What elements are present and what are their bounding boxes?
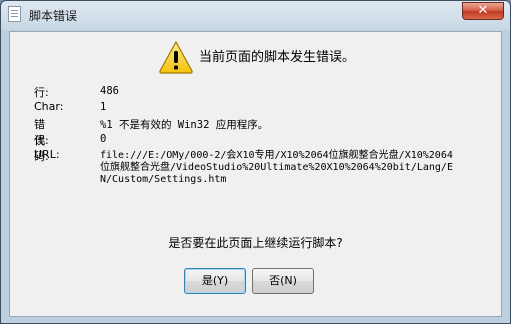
- warning-icon: [159, 40, 193, 74]
- char-label: Char:: [34, 100, 64, 113]
- title-bar[interactable]: 脚本错误 ✕: [1, 1, 510, 29]
- code-value: 0: [100, 133, 107, 145]
- document-icon: [8, 6, 21, 22]
- dialog-body: 当前页面的脚本发生错误。 行: 486 Char: 1 错误: %1 不是有效的…: [9, 31, 502, 317]
- script-error-window: 脚本错误 ✕ 当前页面的脚本发生错误。 行: 486 Char: 1 错误: %…: [0, 0, 511, 324]
- url-label: URL:: [34, 148, 60, 161]
- close-button[interactable]: ✕: [462, 2, 504, 20]
- no-button[interactable]: 否(N): [252, 268, 314, 294]
- url-value: file:///E:/OMy/000-2/会X10专用/X10%2064位旗舰整…: [100, 150, 453, 185]
- line-label: 行:: [34, 86, 49, 99]
- line-value: 486: [100, 85, 119, 97]
- char-value: 1: [100, 101, 107, 113]
- continue-question: 是否要在此页面上继续运行脚本?: [168, 236, 343, 250]
- window-title: 脚本错误: [29, 9, 78, 23]
- close-icon: ✕: [477, 3, 489, 18]
- yes-button[interactable]: 是(Y): [184, 268, 246, 294]
- error-value: %1 不是有效的 Win32 应用程序。: [100, 119, 269, 131]
- dialog-heading: 当前页面的脚本发生错误。: [199, 50, 356, 65]
